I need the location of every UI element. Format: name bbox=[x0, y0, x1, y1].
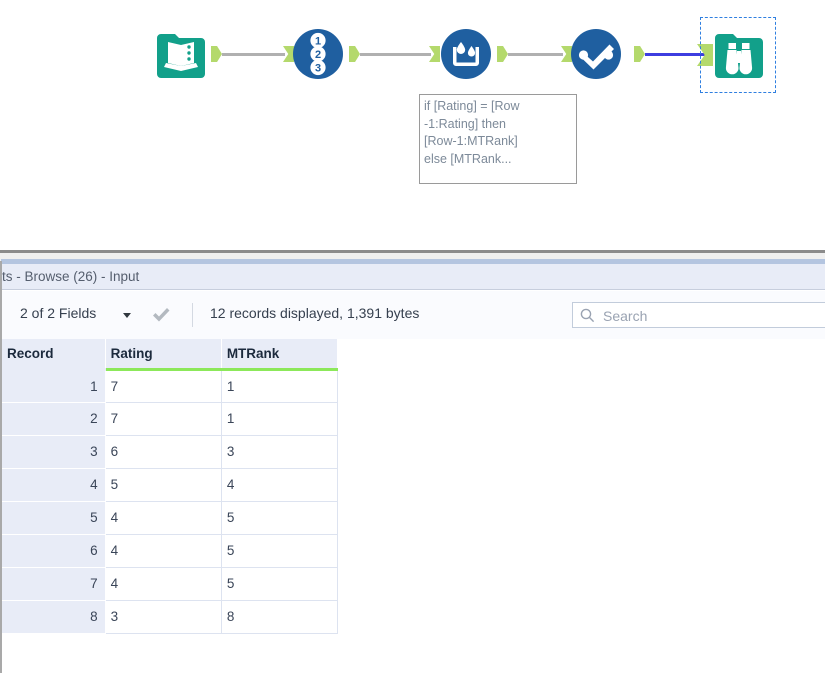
book-icon bbox=[157, 34, 205, 78]
input-data-tool[interactable] bbox=[155, 28, 207, 80]
cell-record: 7 bbox=[2, 567, 106, 601]
connection-line-input-to-recordid bbox=[222, 53, 285, 56]
table-row[interactable]: 2 7 1 bbox=[2, 402, 339, 436]
water-drop-icon bbox=[441, 29, 491, 79]
browse-tool[interactable] bbox=[713, 28, 765, 80]
search-input[interactable] bbox=[601, 303, 825, 329]
cell-rating[interactable]: 4 bbox=[105, 567, 222, 601]
multi-row-formula-tool[interactable] bbox=[440, 28, 492, 80]
results-toolbar: 2 of 2 Fields 12 records displayed, 1,39… bbox=[2, 291, 825, 339]
table-row[interactable]: 5 4 5 bbox=[2, 501, 339, 535]
table-header-row: Record Rating MTRank bbox=[2, 339, 339, 371]
search-icon bbox=[580, 308, 595, 323]
svg-text:2: 2 bbox=[315, 49, 321, 61]
toolbar-separator bbox=[192, 303, 193, 327]
workflow-canvas[interactable]: 1 2 3 if [Rating] = [Row -1:Rating] then… bbox=[0, 0, 825, 250]
cell-record: 2 bbox=[2, 402, 106, 436]
table-row[interactable]: 1 7 1 bbox=[2, 369, 339, 403]
cell-rating[interactable]: 4 bbox=[105, 534, 222, 568]
cell-record: 3 bbox=[2, 435, 106, 469]
column-header-rating[interactable]: Rating bbox=[105, 339, 222, 371]
table-row[interactable]: 6 4 5 bbox=[2, 534, 339, 568]
binoculars-icon bbox=[715, 34, 763, 78]
cell-record: 4 bbox=[2, 468, 106, 502]
cell-mtrank[interactable]: 4 bbox=[221, 468, 339, 502]
cell-mtrank[interactable]: 5 bbox=[221, 567, 339, 601]
table-row[interactable]: 7 4 5 bbox=[2, 567, 339, 601]
cell-rating[interactable]: 4 bbox=[105, 501, 222, 535]
cell-record: 6 bbox=[2, 534, 106, 568]
results-panel-title: ts - Browse (26) - Input bbox=[2, 264, 825, 290]
svg-text:3: 3 bbox=[315, 62, 321, 74]
search-box[interactable] bbox=[572, 302, 825, 329]
chevron-down-icon[interactable] bbox=[123, 313, 131, 318]
checkmark-icon bbox=[571, 29, 621, 79]
numbers-123-icon: 1 2 3 bbox=[293, 29, 343, 79]
fields-selector-label[interactable]: 2 of 2 Fields bbox=[20, 305, 96, 321]
connector-output-anchor-input-data[interactable] bbox=[211, 46, 222, 62]
cell-mtrank[interactable]: 5 bbox=[221, 534, 339, 568]
cell-record: 5 bbox=[2, 501, 106, 535]
svg-text:1: 1 bbox=[315, 35, 321, 47]
cell-mtrank[interactable]: 3 bbox=[221, 435, 339, 469]
cell-mtrank[interactable]: 8 bbox=[221, 600, 339, 634]
table-row[interactable]: 8 3 8 bbox=[2, 600, 339, 634]
cell-rating[interactable]: 5 bbox=[105, 468, 222, 502]
cell-rating[interactable]: 7 bbox=[105, 369, 222, 403]
connection-line-multirow-to-select bbox=[508, 53, 563, 56]
column-header-mtrank[interactable]: MTRank bbox=[221, 339, 339, 371]
cell-record: 1 bbox=[2, 369, 106, 403]
connection-line-recordid-to-multirow bbox=[360, 53, 431, 56]
checkmark-icon[interactable] bbox=[150, 304, 172, 326]
cell-record: 8 bbox=[2, 600, 106, 634]
results-table: Record Rating MTRank 1 7 1 2 7 1 3 6 3 4… bbox=[2, 339, 339, 634]
multi-row-formula-annotation: if [Rating] = [Row -1:Rating] then [Row-… bbox=[419, 94, 577, 184]
column-header-record[interactable]: Record bbox=[2, 339, 106, 371]
connector-output-anchor-record-id[interactable] bbox=[349, 46, 360, 62]
results-data-grid[interactable]: Record Rating MTRank 1 7 1 2 7 1 3 6 3 4… bbox=[2, 339, 825, 673]
connection-line-select-to-browse bbox=[645, 53, 705, 56]
cell-mtrank[interactable]: 1 bbox=[221, 369, 339, 403]
results-panel: ts - Browse (26) - Input 2 of 2 Fields 1… bbox=[0, 250, 825, 673]
cell-rating[interactable]: 7 bbox=[105, 402, 222, 436]
cell-rating[interactable]: 6 bbox=[105, 435, 222, 469]
connector-output-anchor-multi-row-formula[interactable] bbox=[497, 46, 508, 62]
cell-mtrank[interactable]: 1 bbox=[221, 402, 339, 436]
cell-mtrank[interactable]: 5 bbox=[221, 501, 339, 535]
table-row[interactable]: 4 5 4 bbox=[2, 468, 339, 502]
record-id-tool[interactable]: 1 2 3 bbox=[292, 28, 344, 80]
select-tool[interactable] bbox=[570, 28, 622, 80]
table-row[interactable]: 3 6 3 bbox=[2, 435, 339, 469]
connector-output-anchor-select[interactable] bbox=[634, 46, 645, 62]
records-displayed-label: 12 records displayed, 1,391 bytes bbox=[210, 305, 420, 321]
checkmark-glyph bbox=[153, 308, 170, 322]
cell-rating[interactable]: 3 bbox=[105, 600, 222, 634]
